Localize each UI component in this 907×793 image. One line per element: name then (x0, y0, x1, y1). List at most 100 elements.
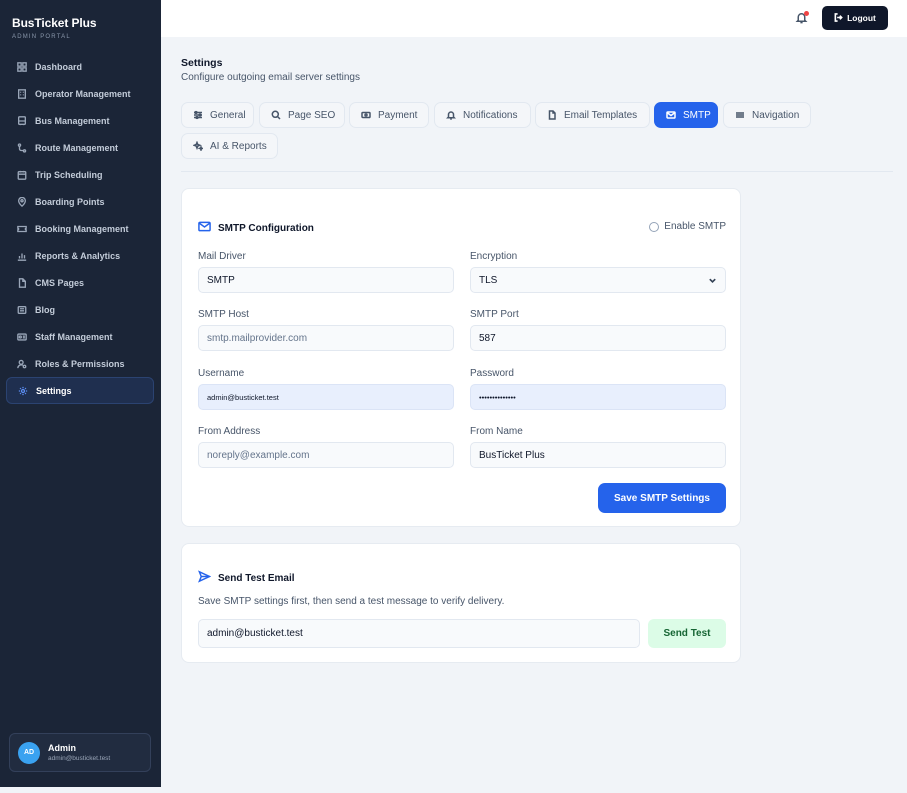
sidebar-item-operator-management[interactable]: Operator Management (6, 80, 154, 107)
tab-label: General (210, 109, 246, 121)
username-field[interactable]: admin@busticket.test (198, 384, 454, 410)
tab-page-seo[interactable]: Page SEO (259, 102, 345, 128)
mail-icon (666, 110, 676, 120)
main-content: Settings Configure outgoing email server… (161, 37, 907, 787)
sidebar-item-reports-analytics[interactable]: Reports & Analytics (6, 242, 154, 269)
enable-smtp-toggle[interactable]: Enable SMTP (649, 221, 726, 232)
sidebar-item-cms-pages[interactable]: CMS Pages (6, 269, 154, 296)
user-name: Admin (48, 743, 76, 753)
sidebar-item-label: Route Management (35, 142, 119, 153)
password-field[interactable]: •••••••••••••• (470, 384, 726, 410)
smtp-config-card: SMTP Configuration Enable SMTP Mail Driv… (181, 188, 741, 527)
file-icon (547, 110, 557, 120)
user-card[interactable]: AD Admin admin@busticket.test (9, 733, 151, 772)
sidebar-item-label: Boarding Points (35, 196, 105, 207)
send-test-button[interactable]: Send Test (648, 619, 726, 648)
tab-navigation[interactable]: Navigation (723, 102, 811, 128)
from-address-label: From Address (198, 426, 261, 437)
encryption-select[interactable]: TLS (470, 267, 726, 293)
sparkles-icon (193, 141, 203, 151)
tab-ai-reports[interactable]: AI & Reports (181, 133, 278, 159)
sidebar-item-label: Bus Management (35, 115, 110, 126)
sidebar-item-booking-management[interactable]: Booking Management (6, 215, 154, 242)
building-icon (16, 88, 27, 99)
sidebar-item-label: Trip Scheduling (35, 169, 103, 180)
calendar-icon (16, 169, 27, 180)
enable-smtp-radio[interactable] (649, 221, 660, 232)
tab-payment[interactable]: Payment (349, 102, 429, 128)
tab-general[interactable]: General (181, 102, 254, 128)
encryption-label: Encryption (470, 251, 518, 262)
sidebar: BusTicket Plus ADMIN PORTAL Dashboard Op… (0, 0, 161, 787)
test-email-title-text: Send Test Email (218, 572, 295, 584)
sidebar-item-label: Staff Management (35, 331, 113, 342)
sliders-icon (193, 110, 203, 120)
mail-driver-label: Mail Driver (198, 251, 246, 262)
sidebar-item-label: Blog (35, 304, 55, 315)
route-icon (16, 142, 27, 153)
test-email-title: Send Test Email (198, 570, 295, 586)
smtp-host-field[interactable]: smtp.mailprovider.com (198, 325, 454, 351)
tab-smtp[interactable]: SMTP (654, 102, 718, 128)
tab-label: Payment (378, 109, 418, 121)
ticket-icon (16, 223, 27, 234)
test-recipient-field[interactable]: admin@busticket.test (198, 619, 640, 648)
id-card-icon (16, 331, 27, 342)
from-name-field[interactable]: BusTicket Plus (470, 442, 726, 468)
sidebar-item-route-management[interactable]: Route Management (6, 134, 154, 161)
notification-badge (804, 11, 809, 16)
tab-notifications[interactable]: Notifications (434, 102, 531, 128)
sidebar-item-settings[interactable]: Settings (6, 377, 154, 404)
from-address-field[interactable]: noreply@example.com (198, 442, 454, 468)
user-cog-icon (16, 358, 27, 369)
save-smtp-button[interactable]: Save SMTP Settings (598, 483, 726, 513)
send-icon (198, 570, 218, 586)
sidebar-item-dashboard[interactable]: Dashboard (6, 53, 154, 80)
sidebar-item-staff-management[interactable]: Staff Management (6, 323, 154, 350)
app-subtitle: ADMIN PORTAL (12, 34, 71, 40)
tab-label: Email Templates (564, 109, 638, 121)
logout-button[interactable]: Logout (822, 6, 888, 30)
sidebar-item-roles-permissions[interactable]: Roles & Permissions (6, 350, 154, 377)
sidebar-item-boarding-points[interactable]: Boarding Points (6, 188, 154, 215)
topbar: Logout (161, 0, 907, 37)
chart-icon (16, 250, 27, 261)
smtp-port-label: SMTP Port (470, 309, 519, 320)
menu-icon (735, 110, 745, 120)
sidebar-item-trip-scheduling[interactable]: Trip Scheduling (6, 161, 154, 188)
tab-label: Page SEO (288, 109, 336, 121)
enable-smtp-label: Enable SMTP (664, 221, 726, 232)
sidebar-item-bus-management[interactable]: Bus Management (6, 107, 154, 134)
notifications-button[interactable] (795, 11, 809, 25)
logout-icon (834, 12, 843, 24)
brand: BusTicket Plus ADMIN PORTAL (12, 16, 97, 40)
smtp-port-field[interactable]: 587 (470, 325, 726, 351)
sidebar-item-blog[interactable]: Blog (6, 296, 154, 323)
tab-label: SMTP (683, 109, 711, 121)
smtp-card-title-text: SMTP Configuration (218, 222, 314, 234)
logout-label: Logout (847, 13, 876, 23)
page-subtitle: Configure outgoing email server settings (181, 72, 360, 83)
sidebar-item-label: Reports & Analytics (35, 250, 121, 261)
avatar: AD (18, 741, 40, 764)
file-icon (16, 277, 27, 288)
mail-icon (198, 220, 218, 236)
tab-email-templates[interactable]: Email Templates (535, 102, 650, 128)
bell-icon (446, 110, 456, 120)
tab-label: Notifications (463, 109, 518, 121)
test-email-hint: Save SMTP settings first, then send a te… (198, 596, 505, 607)
mail-driver-field[interactable]: SMTP (198, 267, 454, 293)
settings-tabs: General Page SEO Payment Notifications E… (181, 102, 893, 172)
from-name-label: From Name (470, 426, 523, 437)
bus-icon (16, 115, 27, 126)
username-label: Username (198, 368, 245, 379)
tab-label: Navigation (752, 109, 800, 121)
test-email-card: Send Test Email Save SMTP settings first… (181, 543, 741, 663)
tab-label: AI & Reports (210, 140, 267, 152)
sidebar-item-label: Dashboard (35, 61, 83, 72)
smtp-host-label: SMTP Host (198, 309, 249, 320)
dashboard-icon (16, 61, 27, 72)
map-pin-icon (16, 196, 27, 207)
sidebar-item-label: Booking Management (35, 223, 129, 234)
smtp-card-title: SMTP Configuration (198, 220, 314, 236)
